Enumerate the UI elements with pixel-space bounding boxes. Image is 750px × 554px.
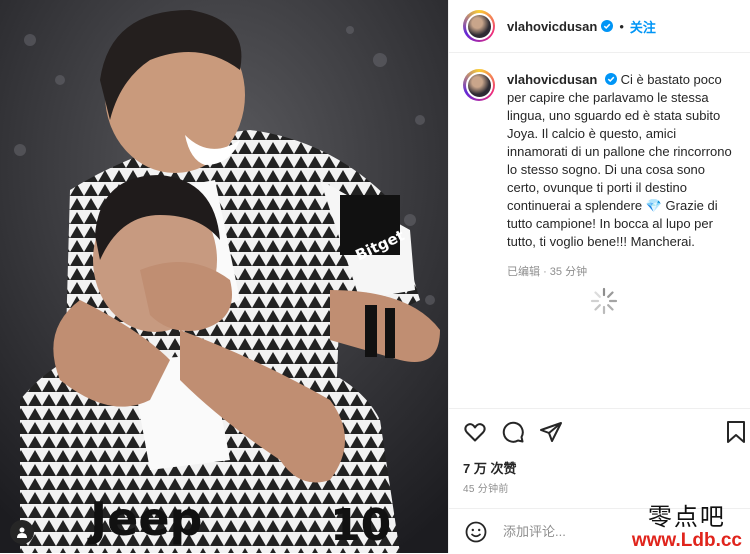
tag-user-icon	[17, 527, 27, 538]
post-header: vlahovicdusan • 关注	[449, 0, 750, 53]
jersey-number: 10	[330, 500, 391, 551]
edited-separator: ·	[543, 266, 547, 278]
caption-block: vlahovicdusan Ci è bastato poco per capi…	[449, 53, 750, 281]
watermark: 零点吧 www.Ldb.cc	[632, 503, 742, 551]
loading-spinner-icon	[590, 287, 618, 315]
edited-meta: 已编辑 · 35 分钟	[507, 263, 738, 281]
watermark-title: 零点吧	[647, 503, 726, 531]
post-side-panel: vlahovicdusan • 关注 vlahovicdusan Ci è ba…	[448, 0, 750, 553]
caption-avatar[interactable]	[463, 69, 495, 101]
comment-icon[interactable]	[501, 420, 525, 444]
heart-icon[interactable]	[463, 420, 487, 444]
verified-icon	[604, 73, 617, 85]
bookmark-icon[interactable]	[725, 420, 747, 444]
username-link[interactable]: vlahovicdusan	[507, 19, 597, 34]
emoji-icon[interactable]	[465, 521, 487, 543]
verified-icon	[601, 20, 614, 32]
caption-text: Ci è bastato poco per capire che parlava…	[507, 72, 732, 249]
watermark-url: www.Ldb.cc	[631, 530, 742, 551]
action-bar	[449, 408, 750, 455]
caption-username[interactable]: vlahovicdusan	[507, 72, 597, 87]
edited-label: 已编辑	[507, 266, 540, 278]
post-photo[interactable]: Jeep 10 Bitget	[0, 0, 448, 553]
follow-button[interactable]: 关注	[630, 17, 656, 36]
tag-user-button[interactable]	[10, 520, 34, 544]
edited-time: 35 分钟	[549, 266, 588, 278]
share-icon[interactable]	[539, 420, 563, 444]
likes-count[interactable]: 7 万 次赞	[463, 458, 516, 477]
post-image: Jeep 10 Bitget	[0, 0, 448, 553]
post-timestamp[interactable]: 45 分钟前	[463, 480, 509, 495]
header-separator: •	[619, 18, 624, 34]
sponsor-text: Jeep	[87, 492, 202, 546]
avatar[interactable]	[463, 10, 495, 42]
